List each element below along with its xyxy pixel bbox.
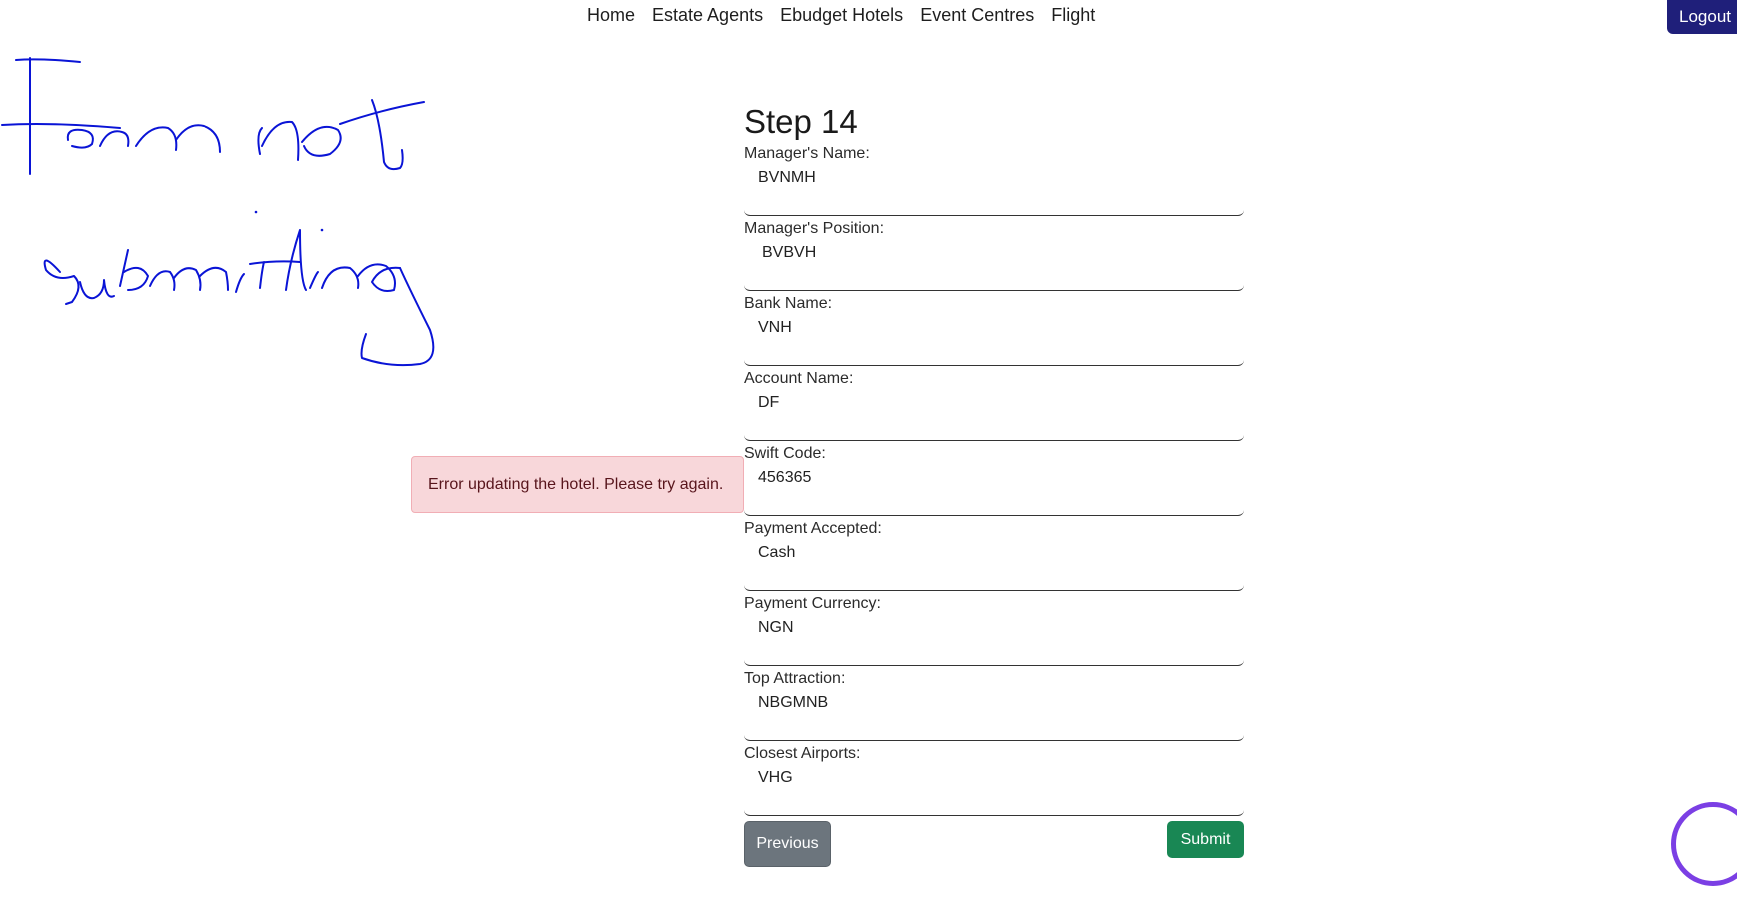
field-label: Bank Name: (744, 295, 833, 312)
previous-button[interactable]: Previous (744, 821, 831, 867)
account-name-input[interactable] (744, 389, 1244, 441)
chat-widget (1660, 790, 1737, 900)
field-top-attraction: Top Attraction: (744, 669, 1244, 744)
field-label: Top Attraction: (744, 670, 846, 687)
field-account-name: Account Name: (744, 369, 1244, 444)
field-managers-position: Manager's Position: (744, 219, 1244, 294)
field-label: Manager's Position: (744, 220, 885, 237)
field-swift-code: Swift Code: (744, 444, 1244, 519)
field-label: Account Name: (744, 370, 854, 387)
handwriting-drawing (1, 57, 435, 367)
field-label: Payment Currency: (744, 595, 881, 612)
handwritten-annotation (0, 50, 500, 370)
chat-bubble-icon[interactable] (1671, 802, 1737, 886)
managers-position-input[interactable] (744, 239, 1244, 291)
logout-button[interactable]: Logout (1667, 0, 1737, 34)
form-buttons: Previous Submit (744, 819, 1244, 869)
field-payment-currency: Payment Currency: (744, 594, 1244, 669)
field-managers-name: Manager's Name: (744, 144, 1244, 219)
field-bank-name: Bank Name: (744, 294, 1244, 369)
nav-link-ebudget-hotels[interactable]: Ebudget Hotels (780, 4, 903, 26)
nav-link-flight[interactable]: Flight (1051, 4, 1095, 26)
field-label: Swift Code: (744, 445, 826, 462)
field-label: Manager's Name: (744, 145, 870, 162)
field-label: Payment Accepted: (744, 520, 882, 537)
field-payment-accepted: Payment Accepted: (744, 519, 1244, 594)
field-label: Closest Airports: (744, 745, 861, 762)
managers-name-input[interactable] (744, 164, 1244, 216)
submit-button[interactable]: Submit (1167, 821, 1244, 858)
nav-link-event-centres[interactable]: Event Centres (920, 4, 1034, 26)
nav-link-home[interactable]: Home (587, 4, 635, 26)
step-title: Step 14 (744, 103, 858, 140)
payment-currency-input[interactable] (744, 614, 1244, 666)
closest-airports-input[interactable] (744, 764, 1244, 816)
swift-code-input[interactable] (744, 464, 1244, 516)
nav-links: Home Estate Agents Ebudget Hotels Event … (587, 4, 1095, 26)
top-nav: Home Estate Agents Ebudget Hotels Event … (0, 0, 1737, 34)
field-closest-airports: Closest Airports: (744, 744, 1244, 819)
nav-link-estate-agents[interactable]: Estate Agents (652, 4, 763, 26)
payment-accepted-input[interactable] (744, 539, 1244, 591)
hotel-form: Step 14 Manager's Name: Manager's Positi… (744, 100, 1244, 869)
error-alert-message: Error updating the hotel. Please try aga… (428, 475, 724, 493)
bank-name-input[interactable] (744, 314, 1244, 366)
error-alert: Error updating the hotel. Please try aga… (411, 456, 744, 513)
top-attraction-input[interactable] (744, 689, 1244, 741)
page: Home Estate Agents Ebudget Hotels Event … (0, 0, 1737, 909)
